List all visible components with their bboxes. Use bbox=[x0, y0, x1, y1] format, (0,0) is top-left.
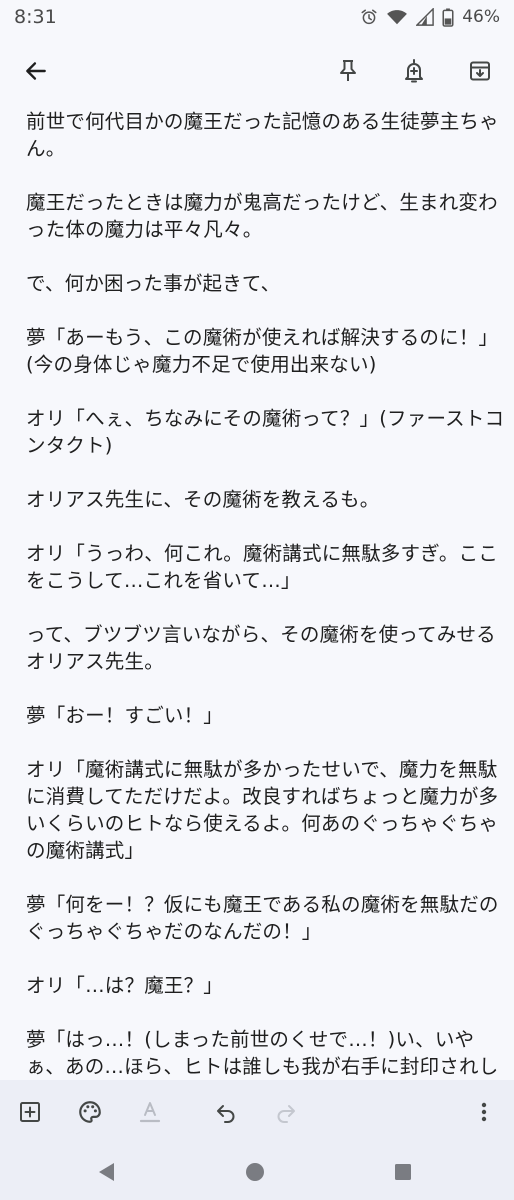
alarm-icon bbox=[360, 8, 378, 26]
note-paragraph: オリ「魔術講式に無駄が多かったせいで、魔力を無駄に消費してただけだよ。改良すれば… bbox=[26, 758, 499, 862]
signal-icon bbox=[416, 8, 435, 26]
battery-percent: 46% bbox=[462, 7, 500, 27]
app-bar-actions bbox=[332, 55, 496, 87]
nav-home-icon[interactable] bbox=[241, 1158, 269, 1186]
palette-icon[interactable] bbox=[74, 1096, 106, 1128]
note-paragraph: オリ「うっわ、何これ。魔術講式に無駄多すぎ。ここをこうして…これを省いて…」 bbox=[26, 542, 499, 592]
redo-icon[interactable] bbox=[270, 1096, 302, 1128]
note-body[interactable]: 前世で何代目かの魔王だった記憶のある生徒夢主ちゃん。 魔王だったときは魔力が鬼高… bbox=[26, 108, 506, 1078]
nav-recents-icon[interactable] bbox=[389, 1158, 417, 1186]
note-paragraph: オリ「へぇ、ちなみにその魔術って？」(ファーストコンタクト) bbox=[26, 407, 505, 457]
note-paragraph: 夢「はっ…！(しまった前世のくせで…！)い、いやぁ、あの…ほら、ヒトは誰しも我が… bbox=[26, 1028, 499, 1078]
status-bar: 8:31 46% bbox=[0, 0, 514, 34]
note-paragraph: 夢「あーもう、この魔術が使えれば解決するのに！」(今の身体じゃ魔力不足で使用出来… bbox=[26, 326, 499, 376]
pin-icon[interactable] bbox=[332, 55, 364, 87]
app-bar bbox=[0, 34, 514, 108]
wifi-icon bbox=[386, 8, 408, 26]
more-vert-icon[interactable] bbox=[468, 1096, 500, 1128]
add-box-icon[interactable] bbox=[14, 1096, 46, 1128]
archive-icon[interactable] bbox=[464, 55, 496, 87]
status-icons: 46% bbox=[360, 7, 500, 27]
note-paragraph: 前世で何代目かの魔王だった記憶のある生徒夢主ちゃん。 bbox=[26, 110, 499, 160]
note-paragraph: 魔王だったときは魔力が鬼高だったけど、生まれ変わった体の魔力は平々凡々。 bbox=[26, 191, 498, 241]
reminder-bell-icon[interactable] bbox=[398, 55, 430, 87]
text-format-icon[interactable] bbox=[134, 1096, 166, 1128]
undo-icon[interactable] bbox=[210, 1096, 242, 1128]
note-paragraph: オリアス先生に、その魔術を教えるも。 bbox=[26, 488, 380, 511]
battery-icon bbox=[442, 7, 454, 27]
note-paragraph: で、何か困った事が起きて、 bbox=[26, 272, 281, 295]
status-time: 8:31 bbox=[14, 6, 57, 28]
note-paragraph: 夢「何をー！？仮にも魔王である私の魔術を無駄だのぐっちゃぐちゃだのなんだの！」 bbox=[26, 893, 499, 943]
note-paragraph: って、ブツブツ言いながら、その魔術を使ってみせるオリアス先生。 bbox=[26, 623, 496, 673]
note-paragraph: オリ「…は？魔王？」 bbox=[26, 974, 224, 997]
nav-back-icon[interactable] bbox=[92, 1158, 120, 1186]
back-arrow-icon[interactable] bbox=[20, 55, 52, 87]
bottom-toolbar bbox=[0, 1080, 514, 1144]
system-nav-bar bbox=[0, 1144, 514, 1200]
note-paragraph: 夢「おー！すごい！」 bbox=[26, 704, 224, 727]
